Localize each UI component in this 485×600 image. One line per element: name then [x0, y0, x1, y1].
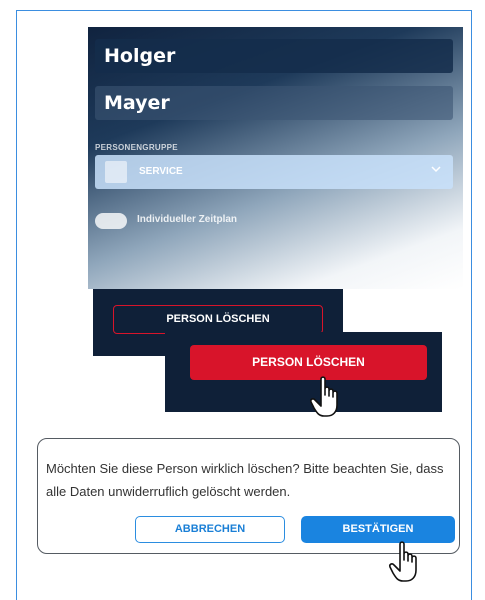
first-name-field[interactable]: Holger — [95, 39, 453, 73]
individual-schedule-label: Individueller Zeitplan — [137, 214, 238, 225]
person-group-select[interactable]: SERVICE — [95, 155, 453, 189]
group-color-swatch — [105, 161, 127, 183]
person-group-value: SERVICE — [139, 166, 183, 177]
confirm-message: Möchten Sie diese Person wirklich lösche… — [46, 461, 444, 499]
cancel-button[interactable]: ABBRECHEN — [135, 516, 285, 543]
individual-schedule-toggle[interactable] — [95, 213, 127, 229]
chevron-down-icon — [431, 164, 441, 177]
hand-cursor-icon — [389, 541, 417, 582]
delete-person-button-outline[interactable]: PERSON LÖSCHEN — [113, 305, 323, 334]
delete-panel-hover-state: PERSON LÖSCHEN — [165, 332, 442, 412]
hand-cursor-icon — [310, 376, 338, 417]
confirm-button[interactable]: BESTÄTIGEN — [301, 516, 455, 543]
person-group-label: PERSONENGRUPPE — [95, 143, 178, 152]
last-name-field[interactable]: Mayer — [95, 86, 453, 120]
confirm-delete-dialog: Möchten Sie diese Person wirklich lösche… — [37, 438, 460, 554]
person-form-panel: Holger Mayer PERSONENGRUPPE SERVICE Indi… — [88, 27, 463, 289]
